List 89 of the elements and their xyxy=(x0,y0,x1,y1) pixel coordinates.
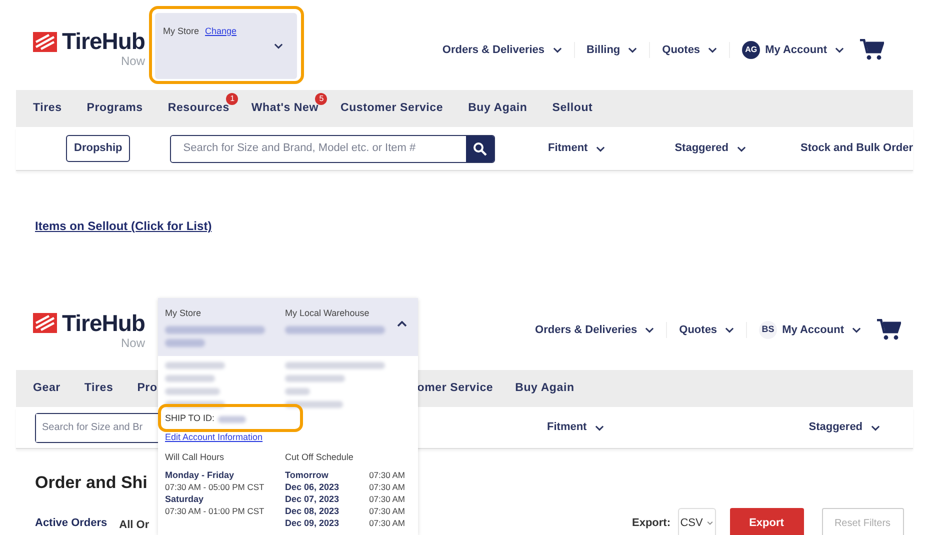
nav-link[interactable]: Programs xyxy=(86,100,143,118)
export-button[interactable]: Export xyxy=(730,508,804,535)
menu-dropdown[interactable]: Orders & Deliveries xyxy=(430,42,575,58)
hours-time: 07:30 AM - 05:00 PM CST xyxy=(165,481,266,493)
avatar-initials: AG xyxy=(742,41,760,59)
notification-badge: 5 xyxy=(315,92,328,105)
cutoff-day: Dec 08, 2023 xyxy=(285,505,340,517)
nav-link[interactable]: Tires xyxy=(33,100,62,118)
chevron-down-icon xyxy=(708,47,718,53)
notification-badge: 1 xyxy=(226,92,238,105)
chevron-down-icon xyxy=(274,43,283,49)
export-label: Export: xyxy=(632,516,670,531)
change-link[interactable]: Change xyxy=(205,25,237,38)
nav-link[interactable]: Sellout xyxy=(552,100,593,118)
chevron-down-icon xyxy=(706,521,713,525)
edit-account-link[interactable]: Edit Account Information xyxy=(165,431,263,444)
store-selector[interactable]: My Store Change xyxy=(155,13,297,79)
blurred-text xyxy=(165,388,220,395)
stock-link[interactable]: Stock and Bulk Order xyxy=(800,140,913,157)
order-tab[interactable]: All Or xyxy=(119,515,150,535)
logo-tagline: Now xyxy=(120,55,145,67)
nav-link[interactable]: Gear xyxy=(33,380,60,398)
menu-dropdown[interactable]: Billing xyxy=(574,42,650,58)
cutoff-time: 07:30 AM xyxy=(369,481,405,493)
nav-link[interactable]: Buy Again xyxy=(515,380,574,398)
cutoff-time: 07:30 AM xyxy=(369,469,405,481)
logo-icon xyxy=(33,313,57,333)
avatar-initials: BS xyxy=(759,321,778,339)
search-field[interactable]: Search for Size and Brand, Model etc. or Item # xyxy=(170,134,495,162)
chevron-down-icon xyxy=(552,47,562,53)
filter-dropdown[interactable]: Staggered xyxy=(674,140,746,157)
cart-icon[interactable] xyxy=(860,39,884,61)
logo-text: TireHub xyxy=(62,312,145,334)
cart-icon[interactable] xyxy=(877,319,901,341)
blurred-text xyxy=(285,375,345,382)
filter-dropdown[interactable]: Fitment xyxy=(547,419,604,436)
column-heading: My Store xyxy=(165,307,202,320)
filter-dropdown[interactable]: Fitment xyxy=(548,140,605,157)
blurred-text xyxy=(165,375,215,382)
section-heading: Will Call Hours xyxy=(165,450,226,464)
hours-time: 07:30 AM - 01:00 PM CST xyxy=(165,505,266,517)
chevron-down-icon xyxy=(835,47,844,53)
section-heading: Cut Off Schedule xyxy=(285,450,354,464)
hours-days: Saturday xyxy=(165,493,285,505)
dropship-button[interactable]: Dropship xyxy=(66,135,130,162)
chevron-down-icon xyxy=(725,327,734,333)
store-label: My Store xyxy=(163,25,200,38)
chevron-down-icon xyxy=(628,47,638,53)
filter-dropdown[interactable]: Staggered xyxy=(808,419,880,436)
menu-dropdown[interactable]: Quotes xyxy=(650,42,730,58)
page-heading: Order and Shi xyxy=(35,472,148,494)
logo-text: TireHub xyxy=(62,30,145,53)
blurred-text xyxy=(218,416,246,422)
blurred-text xyxy=(165,362,225,369)
cutoff-time: 07:30 AM xyxy=(369,505,405,517)
format-select[interactable]: CSV xyxy=(678,508,716,535)
chevron-down-icon xyxy=(736,146,746,152)
chevron-down-icon xyxy=(852,327,861,333)
account-menu[interactable]: AG My Account xyxy=(730,41,856,59)
logo-tagline: Now xyxy=(120,336,145,348)
cutoff-day: Tomorrow xyxy=(285,469,328,481)
cutoff-day: Dec 09, 2023 xyxy=(285,517,340,529)
menu-dropdown[interactable]: Orders & Deliveries xyxy=(523,322,668,338)
nav-link[interactable]: Tires xyxy=(84,380,114,398)
nav-link[interactable]: omer Service xyxy=(417,380,494,398)
order-tab[interactable]: Active Orders xyxy=(35,515,108,535)
blurred-text xyxy=(165,338,205,346)
menu-dropdown[interactable]: Quotes xyxy=(667,322,748,338)
cutoff-time: 07:30 AM xyxy=(369,517,405,529)
nav-link[interactable]: Pro xyxy=(137,380,158,398)
chevron-down-icon xyxy=(596,146,605,152)
cutoff-day: Dec 06, 2023 xyxy=(285,481,340,493)
nav-link[interactable]: Buy Again xyxy=(468,100,528,118)
ship-to-label: SHIP TO ID: xyxy=(165,412,215,426)
logo-icon xyxy=(33,32,57,52)
cutoff-time: 07:30 AM xyxy=(369,493,405,505)
nav-link[interactable]: Customer Service xyxy=(340,100,444,118)
chevron-up-icon[interactable] xyxy=(397,321,407,327)
account-menu[interactable]: BS My Account xyxy=(747,321,873,339)
search-field[interactable]: Search for Size and Br xyxy=(35,412,158,442)
chevron-down-icon xyxy=(645,327,654,333)
sellout-link[interactable]: Items on Sellout (Click for List) xyxy=(35,217,212,235)
chevron-down-icon xyxy=(594,424,604,430)
hours-days: Monday - Friday xyxy=(165,469,285,481)
search-icon[interactable] xyxy=(472,142,487,156)
cutoff-day: Dec 07, 2023 xyxy=(285,493,340,505)
blurred-text xyxy=(285,388,310,395)
chevron-down-icon xyxy=(870,424,880,430)
column-heading: My Local Warehouse xyxy=(285,307,370,320)
